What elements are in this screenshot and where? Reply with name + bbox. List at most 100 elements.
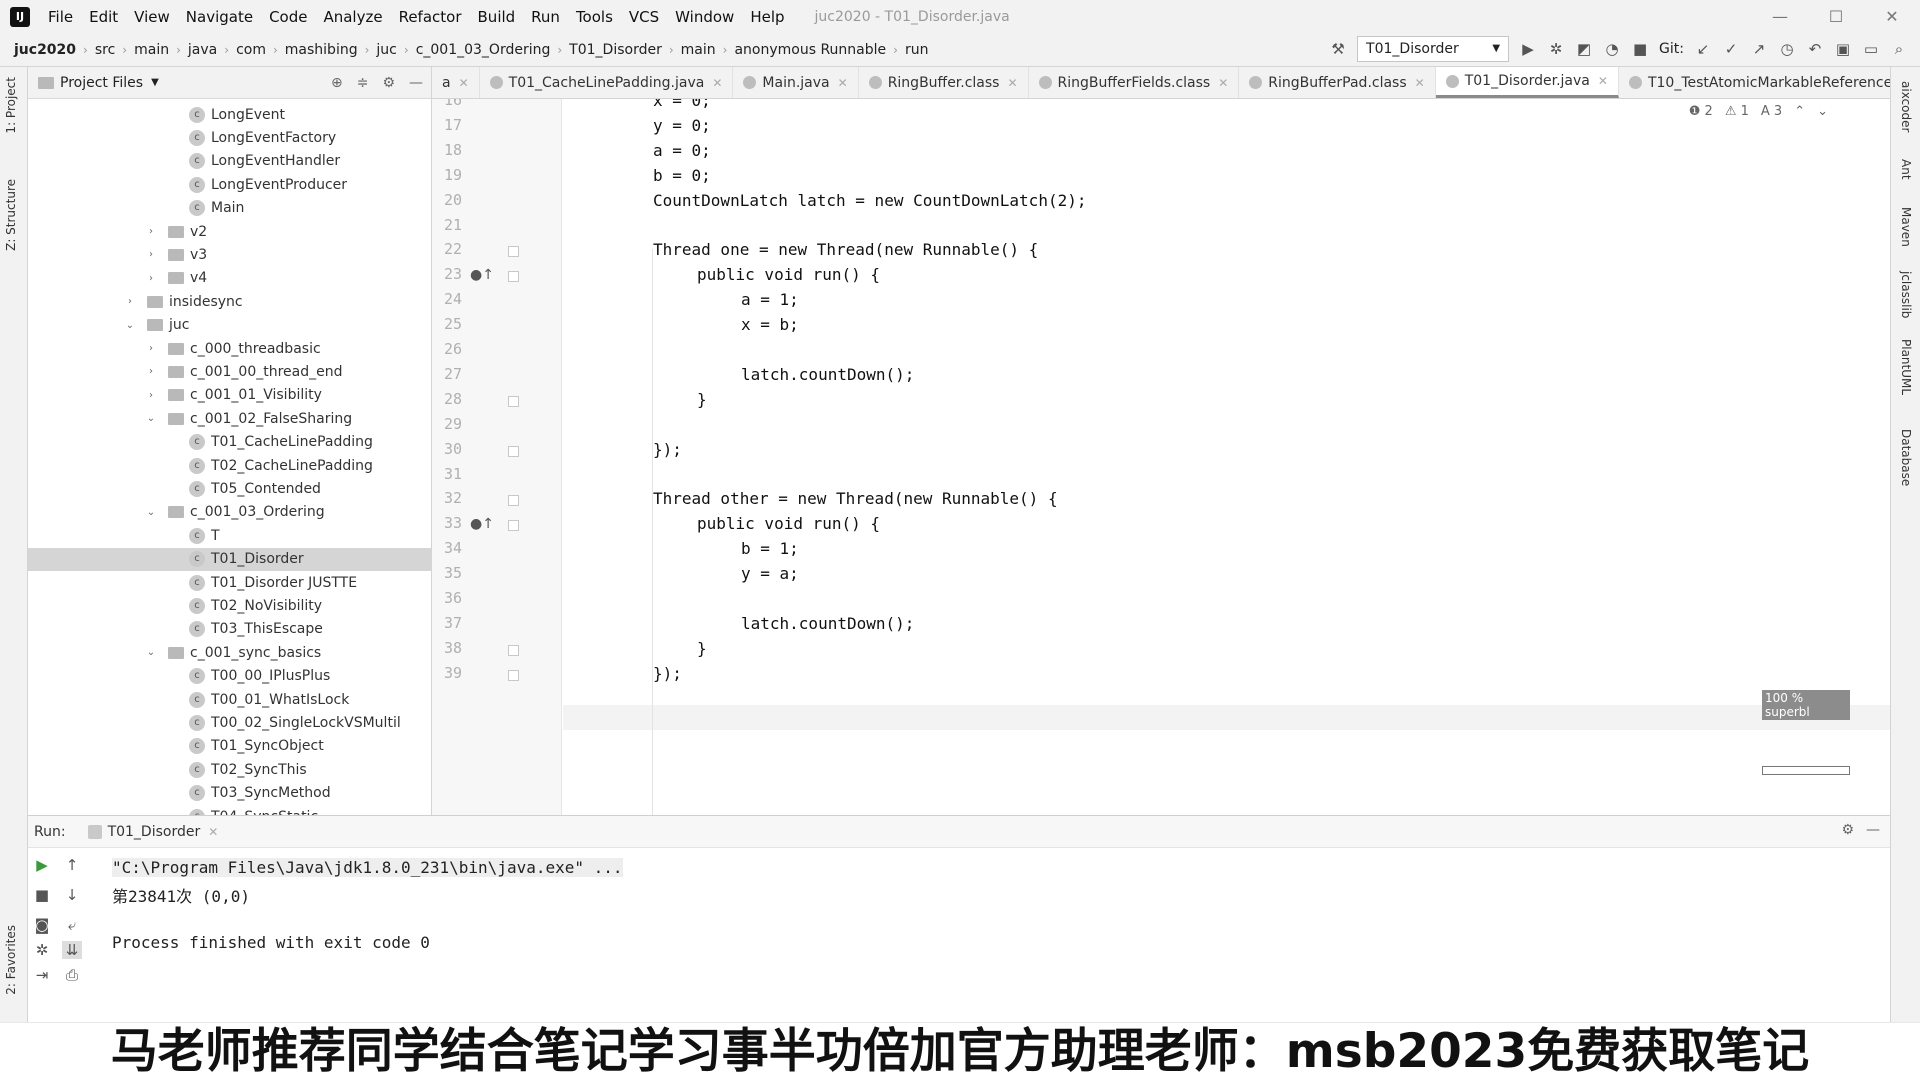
close-icon[interactable]: ✕ <box>1864 0 1920 33</box>
print-icon[interactable]: ⎙ <box>62 966 82 984</box>
tree-item[interactable]: c T03_ThisEscape <box>28 618 431 641</box>
locate-icon[interactable]: ⊕ <box>331 75 343 91</box>
inspection-widget[interactable]: ❶ 2 ⚠ 1 A 3 ⌃ ⌄ <box>1689 104 1828 119</box>
fold-marker-icon[interactable] <box>508 669 519 681</box>
menu-tools[interactable]: Tools <box>568 8 621 26</box>
tree-item[interactable]: c T01_SyncObject <box>28 735 431 758</box>
code-line[interactable]: }); <box>653 664 682 683</box>
breadcrumb-item[interactable]: run <box>905 42 929 58</box>
editor-tab[interactable]: T10_TestAtomicMarkableReference.ja✕ <box>1619 67 1890 98</box>
editor-tab[interactable]: RingBuffer.class ✕ <box>859 67 1029 98</box>
tree-item[interactable]: c T00_02_SingleLockVSMultil <box>28 711 431 734</box>
tree-item[interactable]: c T00_00_IPlusPlus <box>28 665 431 688</box>
breadcrumb-item[interactable]: juc2020 <box>14 42 76 58</box>
presentation-icon[interactable]: ▭ <box>1862 40 1880 58</box>
tree-item[interactable]: c T05_Contended <box>28 477 431 500</box>
chevron-right-icon[interactable]: › <box>144 273 158 284</box>
tree-item[interactable]: ⌄ c_001_02_FalseSharing <box>28 407 431 430</box>
code-line[interactable]: a = 0; <box>653 141 711 160</box>
close-icon[interactable]: ✕ <box>1415 76 1425 90</box>
editor-tab[interactable]: T01_CacheLinePadding.java ✕ <box>480 67 734 98</box>
menu-code[interactable]: Code <box>261 8 315 26</box>
chevron-down-icon[interactable]: ⌄ <box>144 647 158 658</box>
code-line[interactable]: a = 1; <box>741 290 799 309</box>
fold-marker-icon[interactable] <box>508 246 519 258</box>
tree-item[interactable]: › v4 <box>28 267 431 290</box>
code-line[interactable]: } <box>697 639 707 658</box>
close-icon[interactable]: ✕ <box>712 76 722 90</box>
code-line[interactable]: Thread one = new Thread(new Runnable() { <box>653 240 1038 259</box>
chevron-down-icon[interactable]: ⌄ <box>123 320 137 331</box>
code-line[interactable]: x = b; <box>741 315 799 334</box>
code-line[interactable]: b = 0; <box>653 166 711 185</box>
coverage-icon[interactable]: ◩ <box>1575 40 1593 58</box>
editor-tab[interactable]: T01_Disorder.java ✕ <box>1435 67 1619 98</box>
chevron-down-icon[interactable]: ⌄ <box>144 413 158 424</box>
breadcrumb-item[interactable]: src <box>95 42 115 58</box>
tree-item[interactable]: c T02_NoVisibility <box>28 594 431 617</box>
favorites-tool-tab[interactable]: 2: Favorites <box>4 925 18 995</box>
tool-tab-ant[interactable]: Ant <box>1899 159 1913 180</box>
fold-marker-icon[interactable] <box>508 495 519 507</box>
gear-icon[interactable]: ⚙ <box>382 75 395 91</box>
menu-window[interactable]: Window <box>667 8 742 26</box>
minimize-icon[interactable]: — <box>1752 0 1808 33</box>
tree-item[interactable]: › c_001_00_thread_end <box>28 360 431 383</box>
run-config-select[interactable]: T01_Disorder ▼ <box>1357 36 1510 62</box>
menu-build[interactable]: Build <box>470 8 524 26</box>
tree-item[interactable]: › c_000_threadbasic <box>28 337 431 360</box>
hide-icon[interactable]: — <box>1866 822 1880 838</box>
breadcrumb-item[interactable]: main <box>134 42 169 58</box>
code-line[interactable]: latch.countDown(); <box>741 614 914 633</box>
debug-icon[interactable]: ✲ <box>1547 40 1565 58</box>
breadcrumb-item[interactable]: c_001_03_Ordering <box>416 42 551 58</box>
implements-icon[interactable]: ●↑ <box>470 267 494 283</box>
close-icon[interactable]: ✕ <box>459 76 469 90</box>
menu-edit[interactable]: Edit <box>81 8 126 26</box>
tree-item[interactable]: c T02_CacheLinePadding <box>28 454 431 477</box>
search-icon[interactable]: ⌕ <box>1890 40 1908 58</box>
breadcrumb-item[interactable]: com <box>236 42 266 58</box>
tree-item[interactable]: cT <box>28 524 431 547</box>
close-icon[interactable]: ✕ <box>208 825 218 839</box>
code-line[interactable]: public void run() { <box>697 265 880 284</box>
close-icon[interactable]: ✕ <box>1007 76 1017 90</box>
menu-run[interactable]: Run <box>523 8 568 26</box>
close-icon[interactable]: ✕ <box>1598 74 1608 88</box>
tool-tab-maven[interactable]: Maven <box>1899 207 1913 247</box>
profile-icon[interactable]: ◔ <box>1603 40 1621 58</box>
chevron-right-icon[interactable]: › <box>123 296 137 307</box>
chevron-right-icon[interactable]: › <box>144 390 158 401</box>
stop-icon[interactable]: ■ <box>1631 40 1649 58</box>
code-editor[interactable]: 16 x = 0; 17 y = 0; 18 a = 0; 19 b = 0; 20 CountD… <box>432 99 1890 815</box>
tree-item[interactable]: ⌄ c_001_03_Ordering <box>28 501 431 524</box>
code-line[interactable]: } <box>697 390 707 409</box>
tree-item[interactable]: c LongEventProducer <box>28 173 431 196</box>
tree-item[interactable]: c LongEvent <box>28 103 431 126</box>
arrow-down-icon[interactable]: ↓ <box>62 886 82 904</box>
run-tab[interactable]: T01_Disorder ✕ <box>87 824 218 840</box>
git-commit-icon[interactable]: ✓ <box>1722 40 1740 58</box>
project-tool-tab[interactable]: 1: Project <box>4 77 18 134</box>
fold-marker-icon[interactable] <box>508 445 519 457</box>
chevron-right-icon[interactable]: › <box>144 343 158 354</box>
tree-item[interactable]: › c_001_01_Visibility <box>28 384 431 407</box>
hide-icon[interactable]: — <box>409 75 423 91</box>
arrow-up-icon[interactable]: ↑ <box>62 856 82 874</box>
tree-item[interactable]: c Main <box>28 197 431 220</box>
fold-marker-icon[interactable] <box>508 271 519 283</box>
chevron-right-icon[interactable]: › <box>144 226 158 237</box>
chevron-up-icon[interactable]: ⌃ <box>1794 104 1805 119</box>
menu-analyze[interactable]: Analyze <box>315 8 390 26</box>
breadcrumb-item[interactable]: juc <box>376 42 396 58</box>
hammer-build-icon[interactable]: ⚒ <box>1329 40 1347 58</box>
breadcrumb-item[interactable]: mashibing <box>285 42 358 58</box>
close-icon[interactable]: ✕ <box>838 76 848 90</box>
chevron-down-icon[interactable]: ⌄ <box>1817 104 1828 119</box>
stop-icon[interactable]: ■ <box>32 886 52 904</box>
tree-item[interactable]: c T01_Disorder <box>28 547 431 571</box>
code-line[interactable]: latch.countDown(); <box>741 365 914 384</box>
git-update-icon[interactable]: ↙ <box>1694 40 1712 58</box>
gear-icon[interactable]: ⚙ <box>1841 822 1854 838</box>
rollback-icon[interactable]: ↶ <box>1806 40 1824 58</box>
